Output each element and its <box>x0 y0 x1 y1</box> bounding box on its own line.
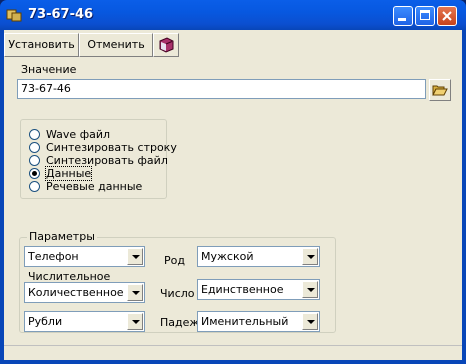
book-button[interactable] <box>153 33 179 57</box>
chevron-down-icon[interactable] <box>127 313 143 330</box>
folder-open-icon <box>432 85 448 96</box>
minimize-icon <box>398 18 406 21</box>
chevron-down-icon[interactable] <box>302 313 318 330</box>
radio-button[interactable] <box>29 155 40 166</box>
chevron-down-icon[interactable] <box>127 248 143 265</box>
minimize-button[interactable] <box>393 6 413 26</box>
numeral-combo[interactable]: Количественное ч. <box>24 282 145 303</box>
close-icon <box>442 11 452 21</box>
status-bar <box>4 345 462 360</box>
radio-label: Речевые данные <box>46 180 143 193</box>
case-combo[interactable]: Именительный <box>197 311 320 332</box>
number-combo[interactable]: Единственное <box>197 279 320 300</box>
value-label: Значение <box>21 63 77 76</box>
radio-button[interactable] <box>29 181 40 192</box>
value-input[interactable]: 73-67-46 <box>17 79 426 99</box>
radio-label: Синтезировать строку <box>46 141 177 154</box>
radio-label: Wave файл <box>46 128 111 141</box>
app-icon <box>6 9 22 22</box>
chevron-down-icon[interactable] <box>127 284 143 301</box>
set-button[interactable]: Установить <box>4 33 79 57</box>
number-combo-value: Единственное <box>201 283 284 296</box>
gender-label: Род <box>164 254 185 267</box>
currency-combo-value: Рубли <box>28 315 63 328</box>
radio-button[interactable] <box>29 142 40 153</box>
type-combo[interactable]: Телефон <box>24 246 145 267</box>
browse-button[interactable] <box>429 79 451 101</box>
cancel-button[interactable]: Отменить <box>79 33 153 57</box>
radio-label: Синтезировать файл <box>46 154 168 167</box>
radio-button[interactable] <box>29 129 40 140</box>
source-type-group: Wave файл Синтезировать строку Синтезиро… <box>20 119 177 199</box>
parameters-title: Параметры <box>27 230 97 243</box>
book-icon <box>159 37 174 53</box>
client-area: Установить Отменить Значение 73-67-46 Wa… <box>4 30 462 360</box>
gender-combo-value: Мужской <box>201 250 254 263</box>
close-button[interactable] <box>437 6 457 26</box>
number-label: Число <box>160 287 195 300</box>
window-title: 73-67-46 <box>28 7 94 22</box>
chevron-down-icon[interactable] <box>302 248 318 265</box>
title-bar[interactable]: 73-67-46 <box>0 0 466 30</box>
currency-combo[interactable]: Рубли <box>24 311 145 332</box>
chevron-down-icon[interactable] <box>302 281 318 298</box>
case-combo-value: Именительный <box>201 315 289 328</box>
maximize-icon <box>420 10 430 20</box>
app-window: 73-67-46 Установить Отменить Значение 73… <box>0 0 466 364</box>
gender-combo[interactable]: Мужской <box>197 246 320 267</box>
maximize-button[interactable] <box>415 6 435 26</box>
radio-label: Данные <box>44 166 93 181</box>
numeral-combo-value: Количественное ч. <box>28 286 126 299</box>
case-label: Падеж <box>160 316 200 329</box>
type-combo-value: Телефон <box>28 250 79 263</box>
radio-button-selected[interactable] <box>29 168 40 179</box>
